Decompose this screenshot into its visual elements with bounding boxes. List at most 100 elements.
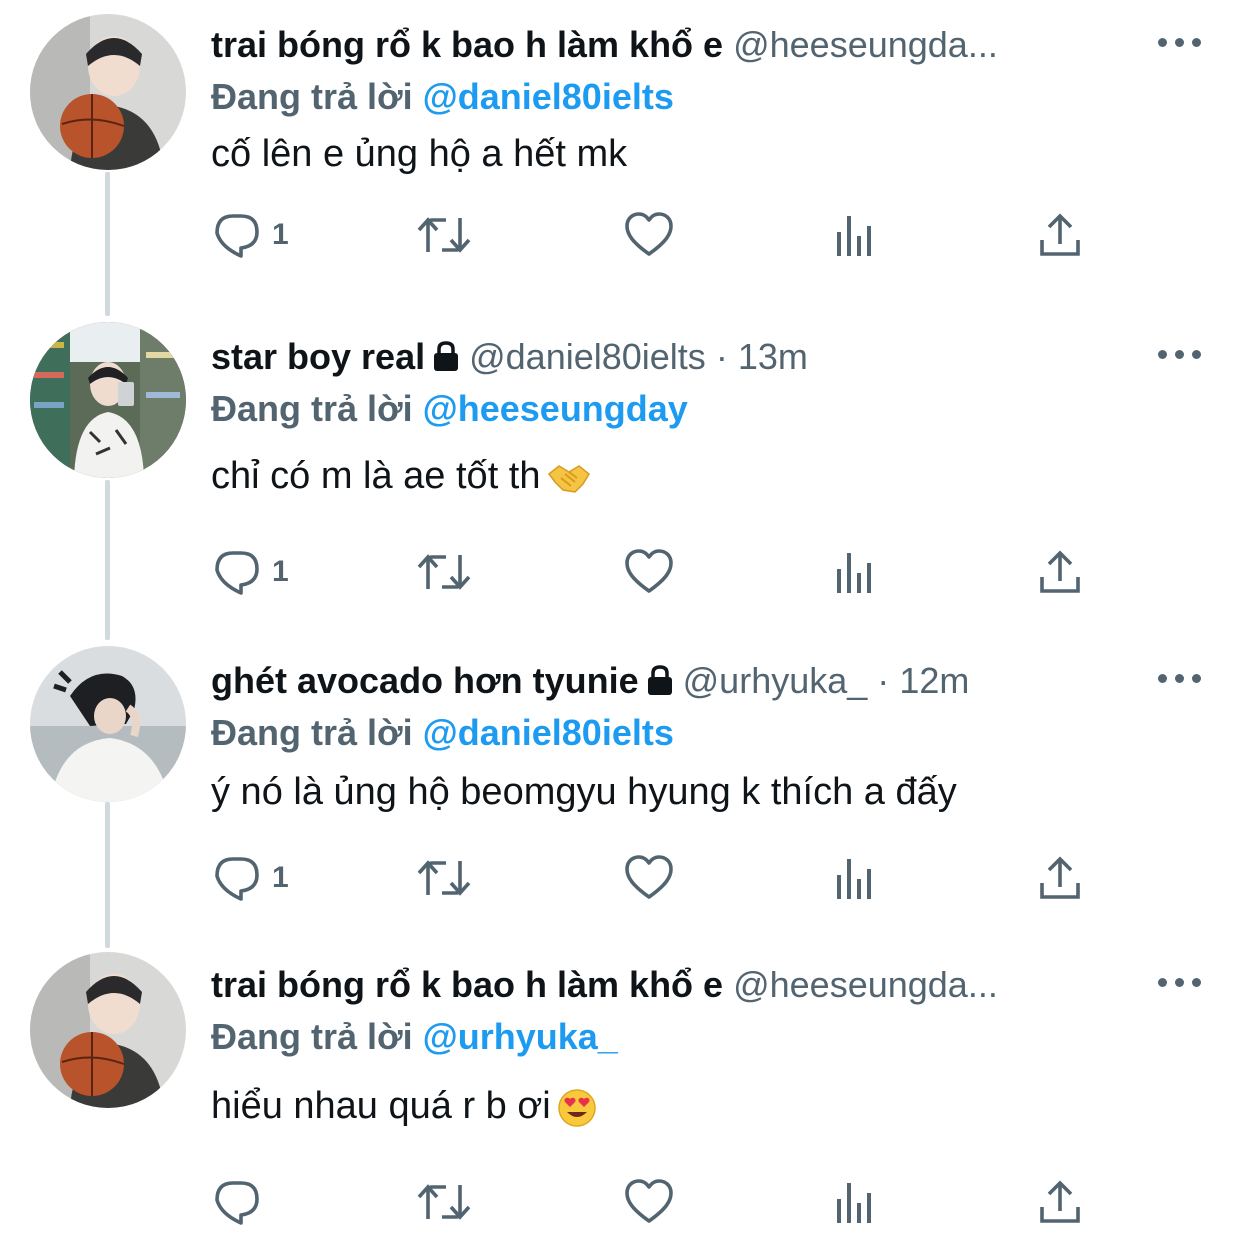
reply-button[interactable] bbox=[212, 1172, 272, 1232]
replying-to: Đang trả lời @urhyuka_ bbox=[211, 1012, 618, 1062]
views-button[interactable] bbox=[834, 205, 878, 265]
share-icon bbox=[1040, 1180, 1080, 1223]
tweet-header: trai bóng rổ k bao h làm khổ e @heeseung… bbox=[211, 960, 1132, 1010]
more-icon[interactable] bbox=[1158, 656, 1202, 696]
views-icon bbox=[837, 859, 871, 899]
retweet-button[interactable] bbox=[416, 1172, 472, 1232]
tweet-header: star boy real @daniel80ielts · 13m bbox=[211, 332, 1132, 382]
avatar-image bbox=[30, 952, 186, 1108]
share-button[interactable] bbox=[1038, 848, 1082, 908]
avatar[interactable] bbox=[30, 14, 186, 170]
reply-icon bbox=[215, 1181, 259, 1225]
reply-count: 1 bbox=[272, 555, 289, 588]
views-button[interactable] bbox=[834, 848, 878, 908]
more-icon[interactable] bbox=[1158, 332, 1202, 372]
display-name[interactable]: ghét avocado hơn tyunie bbox=[211, 660, 639, 701]
replying-to-label: Đang trả lời bbox=[211, 76, 413, 117]
share-icon bbox=[1040, 550, 1080, 593]
replying-to: Đang trả lời @daniel80ielts bbox=[211, 708, 674, 758]
views-icon bbox=[837, 553, 871, 593]
avatar[interactable] bbox=[30, 646, 186, 802]
tweet-text: chỉ có m là ae tốt th bbox=[211, 455, 541, 497]
tweet-text-row: chỉ có m là ae tốt th bbox=[211, 450, 591, 502]
share-icon bbox=[1040, 213, 1080, 256]
display-name[interactable]: star boy real bbox=[211, 336, 425, 377]
reply-icon bbox=[215, 214, 259, 258]
reply-icon bbox=[215, 551, 259, 595]
replying-to-handle[interactable]: @daniel80ielts bbox=[423, 76, 674, 117]
share-button[interactable] bbox=[1038, 205, 1082, 265]
like-icon bbox=[625, 212, 673, 256]
avatar[interactable] bbox=[30, 322, 186, 478]
views-button[interactable] bbox=[834, 1172, 878, 1232]
tweet-actions: 1 bbox=[212, 205, 1092, 265]
tweet[interactable]: trai bóng rổ k bao h làm khổ e @heeseung… bbox=[0, 0, 1242, 310]
views-icon bbox=[837, 1183, 871, 1223]
lock-icon bbox=[434, 341, 459, 372]
like-button[interactable] bbox=[624, 542, 674, 602]
tweet-timestamp[interactable]: 13m bbox=[738, 336, 808, 377]
avatar-image bbox=[30, 14, 186, 170]
separator-dot: · bbox=[715, 336, 728, 377]
retweet-button[interactable] bbox=[416, 542, 472, 602]
avatar-image bbox=[30, 646, 186, 802]
user-handle[interactable]: @heeseungda... bbox=[733, 964, 998, 1005]
replying-to: Đang trả lời @heeseungday bbox=[211, 384, 688, 434]
replying-to-handle[interactable]: @daniel80ielts bbox=[423, 712, 674, 753]
user-handle[interactable]: @urhyuka_ bbox=[683, 660, 868, 701]
reply-button[interactable]: 1 bbox=[212, 542, 289, 602]
reply-icon bbox=[215, 857, 259, 901]
tweet-header: trai bóng rổ k bao h làm khổ e @heeseung… bbox=[211, 20, 1132, 70]
share-icon bbox=[1040, 856, 1080, 899]
more-icon[interactable] bbox=[1158, 20, 1202, 60]
reply-button[interactable]: 1 bbox=[212, 848, 289, 908]
tweet[interactable]: star boy real @daniel80ielts · 13m Đang t… bbox=[0, 312, 1242, 622]
tweet-header: ghét avocado hơn tyunie @urhyuka_ · 12m bbox=[211, 656, 1132, 706]
display-name[interactable]: trai bóng rổ k bao h làm khổ e bbox=[211, 24, 723, 65]
retweet-icon bbox=[417, 1184, 471, 1220]
tweet-actions bbox=[212, 1172, 1092, 1232]
views-button[interactable] bbox=[834, 542, 878, 602]
retweet-icon bbox=[417, 860, 471, 896]
retweet-button[interactable] bbox=[416, 848, 472, 908]
reply-count: 1 bbox=[272, 218, 289, 251]
like-button[interactable] bbox=[624, 205, 674, 265]
tweet[interactable]: ghét avocado hơn tyunie @urhyuka_ · 12m Đ… bbox=[0, 636, 1242, 946]
user-handle[interactable]: @heeseungda... bbox=[733, 24, 998, 65]
tweet-text-row: hiểu nhau quá r b ơi bbox=[211, 1080, 597, 1132]
tweet-text: ý nó là ủng hộ beomgyu hyung k thích a đ… bbox=[211, 771, 957, 813]
like-icon bbox=[625, 549, 673, 593]
heart-eyes-emoji-icon bbox=[557, 1089, 596, 1127]
tweet-timestamp[interactable]: 12m bbox=[899, 660, 969, 701]
replying-to-handle[interactable]: @heeseungday bbox=[423, 388, 688, 429]
share-button[interactable] bbox=[1038, 542, 1082, 602]
avatar[interactable] bbox=[30, 952, 186, 1108]
retweet-icon bbox=[417, 554, 471, 590]
tweet[interactable]: trai bóng rổ k bao h làm khổ e @heeseung… bbox=[0, 940, 1242, 1240]
like-button[interactable] bbox=[624, 848, 674, 908]
user-handle[interactable]: @daniel80ielts bbox=[469, 336, 706, 377]
lock-icon bbox=[647, 665, 672, 696]
retweet-button[interactable] bbox=[416, 205, 472, 265]
tweet-text: cố lên e ủng hộ a hết mk bbox=[211, 133, 628, 175]
like-button[interactable] bbox=[624, 1172, 674, 1232]
replying-to-label: Đang trả lời bbox=[211, 388, 413, 429]
avatar-image bbox=[30, 322, 186, 478]
handshake-emoji-icon bbox=[547, 465, 590, 493]
reply-button[interactable]: 1 bbox=[212, 205, 289, 265]
tweet-text: hiểu nhau quá r b ơi bbox=[211, 1085, 551, 1127]
like-icon bbox=[625, 855, 673, 899]
separator-dot: · bbox=[877, 660, 890, 701]
tweet-actions: 1 bbox=[212, 848, 1092, 908]
replying-to-label: Đang trả lời bbox=[211, 712, 413, 753]
retweet-icon bbox=[417, 217, 471, 253]
replying-to: Đang trả lời @daniel80ielts bbox=[211, 72, 674, 122]
share-button[interactable] bbox=[1038, 1172, 1082, 1232]
display-name[interactable]: trai bóng rổ k bao h làm khổ e bbox=[211, 964, 723, 1005]
tweet-actions: 1 bbox=[212, 542, 1092, 602]
replying-to-handle[interactable]: @urhyuka_ bbox=[423, 1016, 618, 1057]
more-icon[interactable] bbox=[1158, 960, 1202, 1000]
replying-to-label: Đang trả lời bbox=[211, 1016, 413, 1057]
like-icon bbox=[625, 1179, 673, 1223]
reply-count: 1 bbox=[272, 861, 289, 894]
